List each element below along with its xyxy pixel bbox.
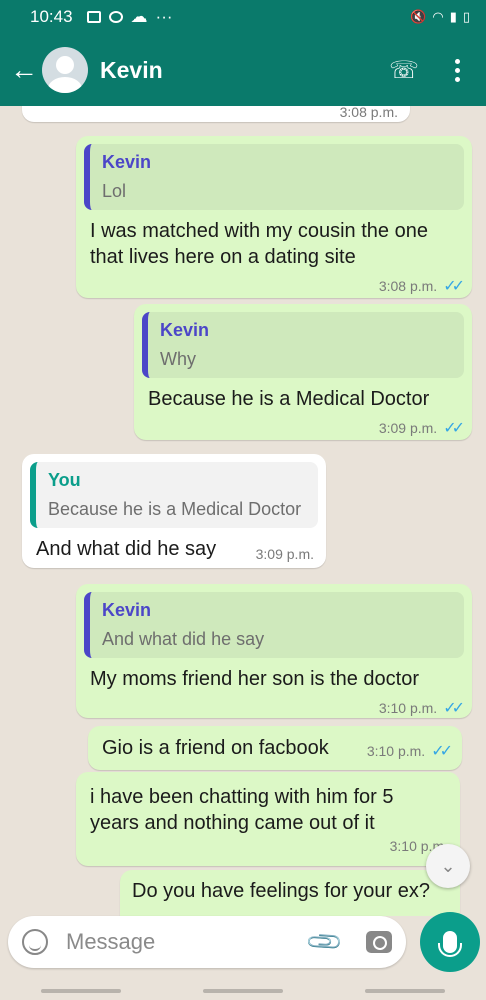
status-time: 10:43 [30,7,73,26]
message-time: 3:10 p.m. [378,700,438,716]
quote-text: Why [160,349,196,369]
avatar[interactable] [42,47,88,93]
quoted-message[interactable]: Kevin Why [142,312,464,378]
signal-icon: ▮ [449,9,457,24]
camera-icon[interactable] [366,931,392,953]
chevron-down-icon: ⌄ [440,855,456,876]
contact-name[interactable]: Kevin [100,57,163,84]
emoji-icon[interactable] [22,929,48,955]
add-call-icon[interactable]: ☏ [389,56,419,85]
message-bubble[interactable]: Kevin Lol I was matched with my cousin t… [76,136,472,298]
quote-author: Kevin [102,600,152,620]
image-icon [86,11,101,23]
quote-text: Because he is a Medical Doctor [48,499,302,519]
quoted-message[interactable]: You Because he is a Medical Doctor [30,462,318,528]
message-bubble[interactable]: Do you have feelings for your ex? [120,870,460,916]
nav-home[interactable] [203,989,283,993]
message-bubble[interactable]: 3:08 p.m. [22,106,410,122]
message-text: i have been chatting with him for 5 year… [90,786,394,834]
scroll-to-bottom-button[interactable]: ⌄ [426,844,470,888]
message-bubble[interactable]: Kevin And what did he say My moms friend… [76,584,472,718]
quoted-message[interactable]: Kevin Lol [84,144,464,210]
quoted-message[interactable]: Kevin And what did he say [84,592,464,658]
message-input[interactable] [66,929,286,955]
nav-back[interactable] [365,989,445,993]
arrow-left-icon[interactable]: ← [10,56,38,84]
message-bubble[interactable]: You Because he is a Medical Doctor And w… [22,454,326,568]
message-time: 3:08 p.m. [378,278,438,294]
quote-text: And what did he say [102,629,265,649]
mute-icon: 🔇 [410,9,427,24]
message-text: Because he is a Medical Doctor [148,388,430,410]
double-check-icon: ✓✓ [443,278,465,295]
double-check-icon: ✓✓ [443,420,465,437]
double-check-icon: ✓✓ [443,700,465,717]
status-bar: 10:43 ☁ ··· 🔇 ◠ ▮ ▯ [0,0,486,34]
message-composer: 📎 [8,916,406,968]
nav-recents[interactable] [41,989,121,993]
microphone-icon [438,931,462,957]
cloud-icon: ☁ [130,7,148,26]
wifi-icon: ◠ [432,9,444,24]
message-bubble[interactable]: Gio is a friend on facbook 3:10 p.m. ✓✓ [88,726,462,770]
chat-area[interactable]: 3:08 p.m. Kevin Lol I was matched with m… [0,106,486,916]
message-time: 3:09 p.m. [378,420,438,436]
more-icon: ··· [155,7,173,26]
system-nav-bar [0,982,486,1000]
kebab-menu-icon[interactable] [455,58,460,82]
message-text: Gio is a friend on facbook [102,737,329,759]
quote-author: Kevin [102,152,152,172]
chat-header: ← Kevin ☏ [0,34,486,106]
basketball-icon [108,11,123,23]
battery-icon: ▯ [462,9,470,24]
message-bubble[interactable]: Kevin Why Because he is a Medical Doctor… [134,304,472,440]
message-time: 3:10 p.m. [366,743,426,759]
message-text: My moms friend her son is the doctor [90,668,420,690]
message-text: I was matched with my cousin the one tha… [90,220,428,268]
quote-text: Lol [102,181,127,201]
message-text: And what did he say [36,538,217,560]
paperclip-icon[interactable]: 📎 [304,921,346,963]
message-time: 3:08 p.m. [339,106,398,120]
quote-author: You [48,470,81,490]
double-check-icon: ✓✓ [431,743,453,760]
message-bubble[interactable]: i have been chatting with him for 5 year… [76,772,460,866]
quote-author: Kevin [160,320,210,340]
microphone-button[interactable] [420,912,480,972]
message-time: 3:09 p.m. [255,546,314,562]
message-text: Do you have feelings for your ex? [132,880,430,902]
